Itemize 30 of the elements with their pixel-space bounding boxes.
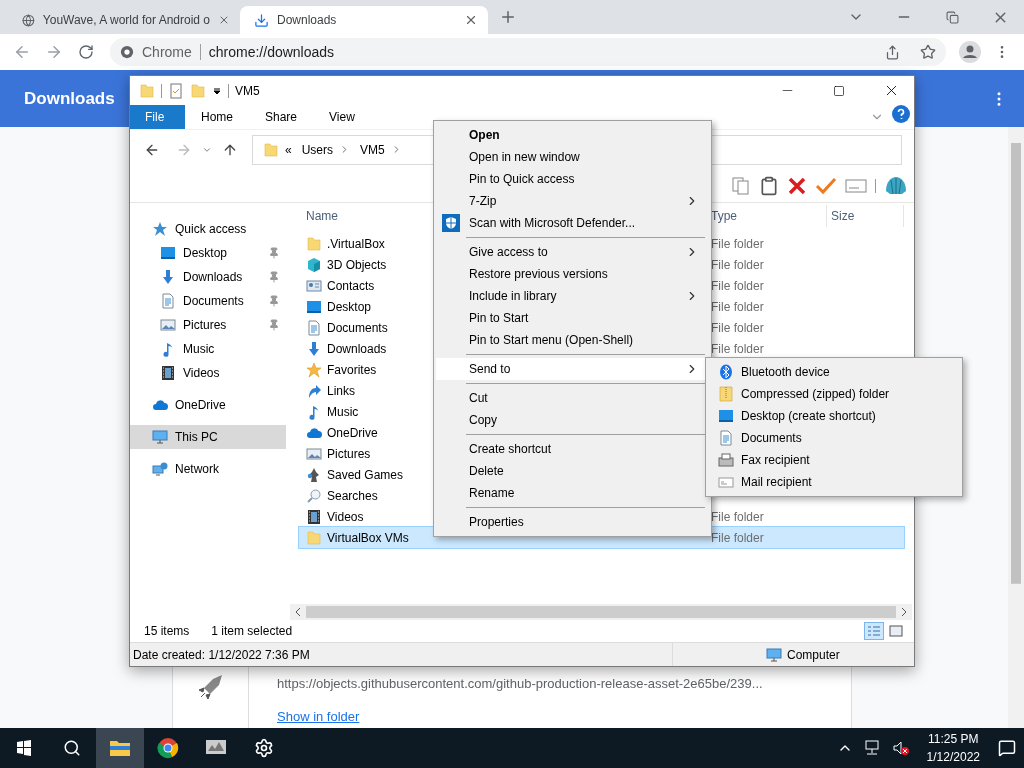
file-type: File folder — [710, 530, 765, 545]
file-name: Videos — [327, 509, 364, 524]
file-name: Links — [327, 383, 355, 398]
file-name: Desktop — [327, 299, 372, 314]
file-name: 3D Objects — [327, 257, 387, 272]
file-name: Searches — [327, 488, 378, 503]
file-name: Music — [327, 404, 359, 419]
window-title: VM5 — [235, 83, 261, 98]
details-text: Date created: 1/12/2022 7:36 PM — [133, 647, 310, 662]
file-name: Downloads — [327, 341, 387, 356]
file-name: Documents — [327, 320, 388, 335]
file-type: File folder — [710, 320, 765, 335]
file-name: Saved Games — [327, 467, 404, 482]
page-title: Downloads — [24, 88, 115, 109]
item-count: 15 items — [144, 624, 190, 638]
download-url: https://objects.githubusercontent.com/github-production-release-asset-2e65be/239... — [277, 676, 764, 691]
file-type: File folder — [710, 509, 765, 524]
file-name: OneDrive — [327, 425, 378, 440]
file-name: .VirtualBox — [327, 236, 385, 251]
file-name: Pictures — [327, 446, 371, 461]
file-name: Favorites — [327, 362, 377, 377]
file-type: File folder — [710, 257, 765, 272]
file-type: File folder — [710, 278, 765, 293]
file-type: File folder — [710, 341, 765, 356]
selection-count: 1 item selected — [211, 624, 293, 638]
file-type: File folder — [710, 299, 765, 314]
location-label: Computer — [787, 647, 840, 662]
file-name: Contacts — [327, 278, 375, 293]
file-type: File folder — [710, 236, 765, 251]
file-name: VirtualBox VMs — [327, 530, 409, 545]
